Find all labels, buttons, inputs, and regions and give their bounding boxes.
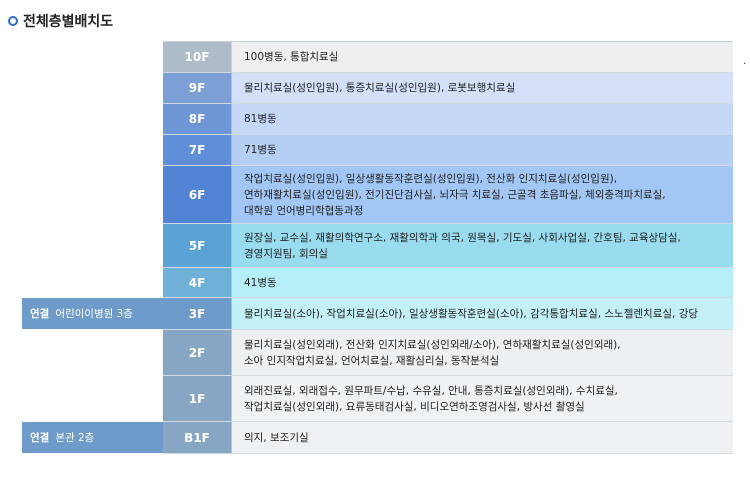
floor-row: 4F 41병동 bbox=[163, 268, 733, 298]
description-line: 물리치료실(성인외래), 전산화 인지치료실(성인외래/소아), 연하재활치료실… bbox=[244, 338, 621, 351]
page-title-text: 전체층별배치도 bbox=[23, 14, 114, 30]
floor-row: 7F 71병동 bbox=[163, 135, 733, 166]
link-tag: 연결 bbox=[30, 308, 50, 320]
floor-description: 의지, 보조기실 bbox=[232, 422, 733, 453]
floor-description: 100병동, 통합치료실 bbox=[232, 42, 733, 72]
floor-description: 외래진료실, 외래접수, 원무파트/수납, 수유실, 안내, 통증치료실(성인외… bbox=[232, 376, 733, 421]
description-line: 대학원 언어병리학협동과정 bbox=[244, 204, 364, 217]
floor-label: 1F bbox=[163, 376, 232, 421]
floor-description: 작업치료실(성인입원), 일상생활동작훈련실(성인입원), 전산화 인지치료실(… bbox=[232, 166, 733, 223]
link-label-b1f: 연결 본관 2층 bbox=[22, 422, 163, 453]
floor-description: 71병동 bbox=[232, 135, 733, 165]
floor-row: 9F 물리치료실(성인입원), 통증치료실(성인입원), 로봇보행치료실 bbox=[163, 73, 733, 104]
floor-description: 물리치료실(성인입원), 통증치료실(성인입원), 로봇보행치료실 bbox=[232, 73, 733, 103]
description-line: 외래진료실, 외래접수, 원무파트/수납, 수유실, 안내, 통증치료실(성인외… bbox=[244, 384, 618, 397]
link-name: 본관 2층 bbox=[55, 432, 95, 444]
description-line: 경영지원팀, 회의실 bbox=[244, 247, 328, 260]
link-tag: 연결 bbox=[30, 432, 50, 444]
link-name: 어린이이병원 3층 bbox=[55, 308, 133, 320]
description-line: 81병동 bbox=[244, 113, 277, 125]
description-line: 의지, 보조기실 bbox=[244, 431, 309, 444]
floor-label: 6F bbox=[163, 166, 232, 223]
description-line: 71병동 bbox=[244, 144, 277, 156]
floor-label: 9F bbox=[163, 73, 232, 103]
floor-label: 10F bbox=[163, 42, 232, 72]
floor-description: 물리치료실(성인외래), 전산화 인지치료실(성인외래/소아), 연하재활치료실… bbox=[232, 330, 733, 375]
description-line: 소아 인지작업치료실, 언어치료실, 재활심리실, 동작분석실 bbox=[244, 354, 500, 367]
floor-row: 5F 원장실, 교수실, 재활의학연구소, 재활의학과 의국, 원목실, 기도실,… bbox=[163, 224, 733, 268]
floor-label: 8F bbox=[163, 104, 232, 134]
floor-row: B1F 의지, 보조기실 bbox=[163, 422, 733, 454]
description-line: 물리치료실(소아), 작업치료실(소아), 일상생활동작훈련실(소아), 감각통… bbox=[244, 307, 699, 320]
floor-label: 5F bbox=[163, 224, 232, 267]
floor-label: 2F bbox=[163, 330, 232, 375]
floor-label: B1F bbox=[163, 422, 232, 453]
floor-description: 원장실, 교수실, 재활의학연구소, 재활의학과 의국, 원목실, 기도실, 사… bbox=[232, 224, 733, 267]
floor-row: 8F 81병동 bbox=[163, 104, 733, 135]
floor-row: 1F 외래진료실, 외래접수, 원무파트/수납, 수유실, 안내, 통증치료실(성… bbox=[163, 376, 733, 422]
floor-row: 2F 물리치료실(성인외래), 전산화 인지치료실(성인외래/소아), 연하재활치… bbox=[163, 330, 733, 376]
floor-description: 물리치료실(소아), 작업치료실(소아), 일상생활동작훈련실(소아), 감각통… bbox=[232, 298, 733, 329]
floor-label: 3F bbox=[163, 298, 232, 329]
side-dot: · bbox=[743, 59, 747, 70]
floor-label: 4F bbox=[163, 268, 232, 297]
floor-label: 7F bbox=[163, 135, 232, 165]
circle-bullet-icon bbox=[8, 16, 18, 26]
description-line: 100병동, 통합치료실 bbox=[244, 51, 339, 63]
floor-row: 6F 작업치료실(성인입원), 일상생활동작훈련실(성인입원), 전산화 인지치료… bbox=[163, 166, 733, 224]
description-line: 작업치료실(성인입원), 일상생활동작훈련실(성인입원), 전산화 인지치료실(… bbox=[244, 172, 618, 185]
floor-description: 81병동 bbox=[232, 104, 733, 134]
page-title: 전체층별배치도 bbox=[8, 11, 113, 31]
floor-directory-table: 10F 100병동, 통합치료실 9F 물리치료실(성인입원), 통증치료실(성인입원… bbox=[163, 41, 733, 454]
description-line: 41병동 bbox=[244, 276, 277, 289]
description-line: 작업치료실(성인외래), 요류동태검사실, 비디오연하조영검사실, 방사선 촬영… bbox=[244, 400, 585, 413]
description-line: 물리치료실(성인입원), 통증치료실(성인입원), 로봇보행치료실 bbox=[244, 82, 516, 94]
floor-row: 10F 100병동, 통합치료실 bbox=[163, 42, 733, 73]
description-line: 연하재활치료실(성인입원), 전기진단검사실, 뇌자극 치료실, 근골격 초음파… bbox=[244, 188, 666, 201]
floor-description: 41병동 bbox=[232, 268, 733, 297]
link-label-3f: 연결 어린이이병원 3층 bbox=[22, 298, 163, 329]
floor-row: 3F 물리치료실(소아), 작업치료실(소아), 일상생활동작훈련실(소아), 감… bbox=[163, 298, 733, 330]
description-line: 원장실, 교수실, 재활의학연구소, 재활의학과 의국, 원목실, 기도실, 사… bbox=[244, 231, 681, 244]
